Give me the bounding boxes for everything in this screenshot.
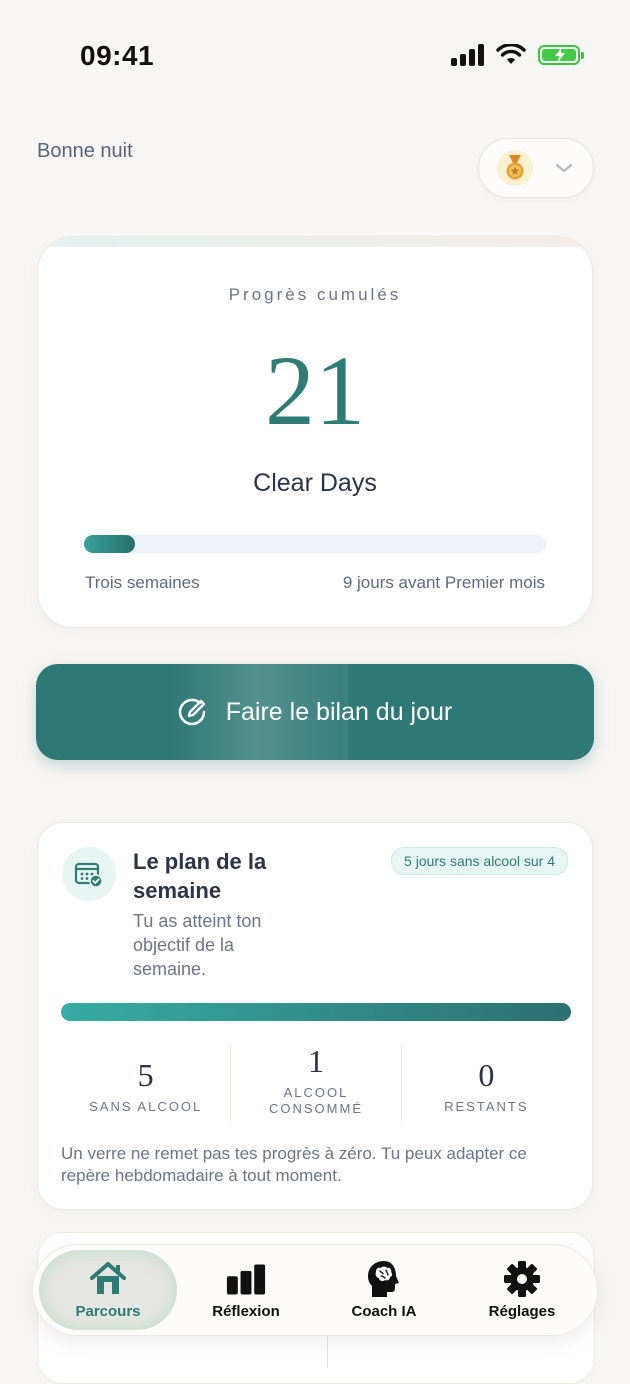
stat-remaining: 0 RESTANTS [400,1045,571,1121]
milestone-current: Trois semaines [85,573,200,592]
clear-days-label: Clear Days [253,469,377,497]
badge-selector[interactable] [478,138,594,198]
weekly-progress-bar [61,1003,571,1021]
stat-value: 1 [307,1043,324,1079]
progress-card: Progrès cumulés 21 Clear Days Trois sema… [37,236,593,628]
battery-icon [538,45,584,65]
tab-parcours[interactable]: Parcours [39,1250,177,1330]
status-bar: 09:41 [0,0,630,110]
tab-reglages[interactable]: Réglages [453,1250,591,1330]
weekly-plan-subtitle: Tu as atteint ton objectif de la semaine… [133,911,262,979]
medal-icon [497,150,533,186]
progress-title: Progrès cumulés [228,285,402,304]
weekly-plan-note: Un verre ne remet pas tes progrès à zéro… [61,1144,527,1185]
home-icon [88,1261,128,1297]
status-time: 09:41 [80,40,155,71]
chevron-down-icon [555,163,573,173]
status-icons [451,44,584,66]
tab-label: Réflexion [212,1302,280,1320]
calendar-check-icon [62,847,116,901]
weekly-stats: 5 SANS ALCOOL 1 ALCOOL CONSOMMÉ 0 RESTAN… [61,1045,571,1121]
tab-label: Coach IA [351,1302,417,1320]
weekly-plan-card: Le plan de la semaine Tu as atteint ton … [37,822,593,1210]
brain-head-icon [364,1260,404,1297]
signal-icon [451,44,484,66]
stat-value: 5 [137,1057,154,1093]
daily-checkin-label: Faire le bilan du jour [225,697,453,726]
stat-label: RESTANTS [444,1099,529,1114]
milestone-progress-fill [84,535,135,553]
wifi-icon [496,44,526,64]
milestone-progress-bar [84,535,546,553]
weekly-goal-badge: 5 jours sans alcool sur 4 [391,847,568,875]
tab-coach-ia[interactable]: Coach IA [315,1250,453,1330]
tab-label: Parcours [75,1302,141,1320]
milestone-next: 9 jours avant Premier mois [342,573,545,592]
tab-reflexion[interactable]: Réflexion [177,1250,315,1330]
clear-days-count: 21 [265,335,365,446]
stat-alcohol-free: 5 SANS ALCOOL [61,1045,230,1121]
weekly-plan-title: Le plan de la semaine [133,849,267,903]
edit-circle-icon [178,698,206,726]
stat-label: ALCOOL CONSOMMÉ [268,1085,363,1116]
stat-alcohol-consumed: 1 ALCOOL CONSOMMÉ [230,1045,400,1121]
greeting-text: Bonne nuit [37,140,133,162]
stat-label: SANS ALCOOL [89,1099,203,1114]
tab-label: Réglages [488,1302,556,1320]
daily-checkin-button[interactable]: Faire le bilan du jour [36,664,594,760]
gear-icon [502,1260,542,1297]
bar-chart-icon [226,1261,266,1297]
tab-bar: Parcours Réflexion Coach IA Réglages [32,1244,598,1336]
stat-value: 0 [478,1057,495,1093]
